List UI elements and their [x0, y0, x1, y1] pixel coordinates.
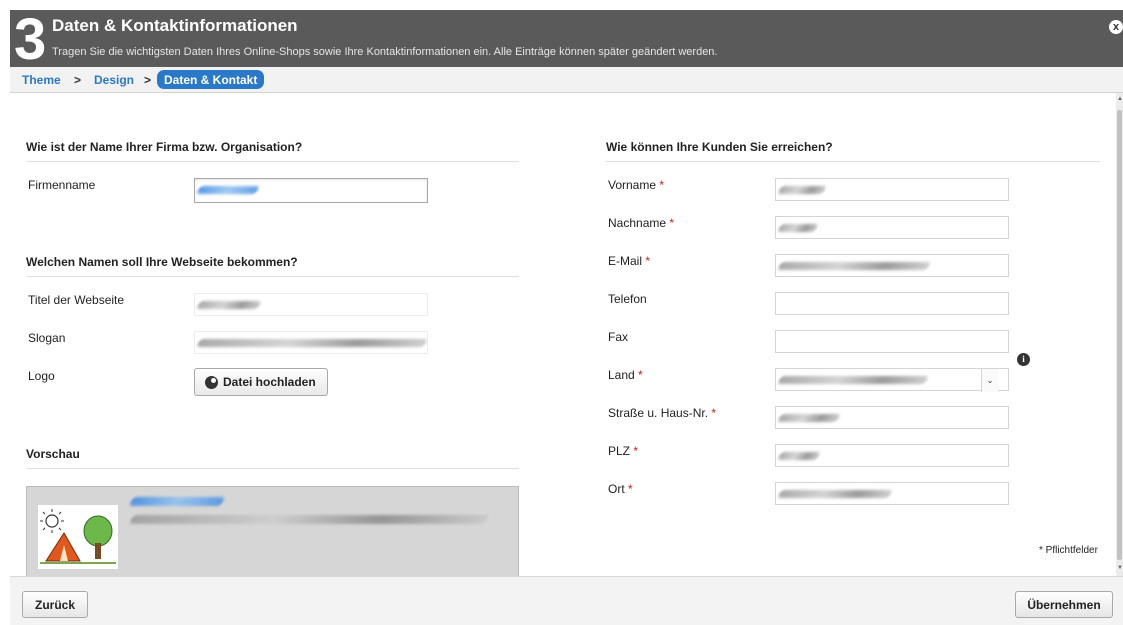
dialog-title: Daten & Kontaktinformationen [52, 16, 298, 35]
breadcrumb: Theme > Design > Daten & Kontakt [10, 67, 1123, 93]
redacted-value [777, 452, 821, 460]
site-title-label: Titel der Webseite [28, 293, 125, 307]
apply-button[interactable]: Übernehmen [1015, 591, 1113, 618]
fax-input[interactable] [775, 330, 1009, 353]
breadcrumb-active: Daten & Kontakt [157, 70, 265, 89]
tent-tree-image [40, 509, 116, 564]
email-label: E-Mail * [608, 254, 651, 268]
logo-image [38, 505, 118, 569]
last-name-input[interactable] [775, 216, 1009, 239]
first-name-label: Vorname * [608, 178, 665, 192]
upload-button-label: Datei hochladen [223, 375, 316, 389]
redacted-value [777, 414, 841, 422]
redacted-preview-title [128, 497, 226, 506]
redacted-preview-slogan [128, 515, 490, 524]
scroll-up-icon[interactable]: ▲ [1117, 96, 1123, 102]
dialog-subtitle: Tragen Sie die wichtigsten Daten Ihres O… [52, 46, 718, 58]
company-section-title: Wie ist der Name Ihrer Firma bzw. Organi… [26, 140, 519, 162]
redacted-value [777, 376, 929, 384]
site-title-input[interactable] [194, 293, 428, 316]
breadcrumb-design[interactable]: Design [94, 73, 134, 87]
upload-file-button[interactable]: Datei hochladen [194, 368, 328, 396]
country-select[interactable] [775, 368, 1009, 391]
close-icon[interactable]: x [1109, 20, 1123, 34]
zip-input[interactable] [775, 444, 1009, 467]
breadcrumb-theme[interactable]: Theme [22, 73, 61, 87]
redacted-value [777, 186, 827, 194]
scrollbar-thumb[interactable] [1117, 110, 1122, 560]
step-number: 3 [14, 7, 47, 72]
breadcrumb-separator: > [74, 73, 82, 87]
back-button[interactable]: Zurück [22, 591, 88, 618]
info-icon[interactable]: i [1017, 353, 1030, 366]
contact-section-title: Wie können Ihre Kunden Sie erreichen? [606, 140, 1100, 162]
city-input[interactable] [775, 482, 1009, 505]
first-name-input[interactable] [775, 178, 1009, 201]
fax-label: Fax [608, 330, 629, 344]
preview-section-title: Vorschau [26, 447, 519, 469]
last-name-label: Nachname * [608, 216, 675, 230]
breadcrumb-separator: > [144, 73, 152, 87]
phone-label: Telefon [608, 292, 647, 306]
redacted-value [196, 301, 262, 309]
redacted-value [777, 262, 931, 270]
chevron-down-icon[interactable]: ⌄ [981, 369, 998, 392]
slogan-label: Slogan [28, 331, 66, 345]
redacted-value [196, 186, 260, 194]
street-label: Straße u. Haus-Nr. * [608, 406, 717, 420]
form-body: Wie ist der Name Ihrer Firma bzw. Organi… [10, 93, 1118, 576]
street-input[interactable] [775, 406, 1009, 429]
logo-label: Logo [28, 369, 55, 383]
scroll-down-icon[interactable]: ▼ [1117, 565, 1123, 571]
company-name-input[interactable] [194, 178, 428, 203]
dialog-footer: Zurück Übernehmen [10, 576, 1123, 625]
company-name-label: Firmenname [28, 178, 96, 192]
wizard-dialog: 3 Daten & Kontaktinformationen Tragen Si… [0, 0, 1123, 625]
city-label: Ort * [608, 482, 633, 496]
country-label: Land * [608, 368, 643, 382]
required-fields-note: * Pflichtfelder [1039, 545, 1098, 556]
redacted-value [777, 490, 893, 498]
phone-input[interactable] [775, 292, 1009, 315]
dialog-header: 3 Daten & Kontaktinformationen Tragen Si… [10, 7, 1123, 72]
redacted-value [777, 224, 819, 232]
redacted-value [196, 339, 427, 347]
slogan-input[interactable] [194, 331, 428, 354]
upload-icon [205, 375, 218, 389]
email-input[interactable] [775, 254, 1009, 277]
preview-panel [26, 486, 519, 576]
zip-label: PLZ * [608, 444, 639, 458]
website-section-title: Welchen Namen soll Ihre Webseite bekomme… [26, 255, 519, 277]
